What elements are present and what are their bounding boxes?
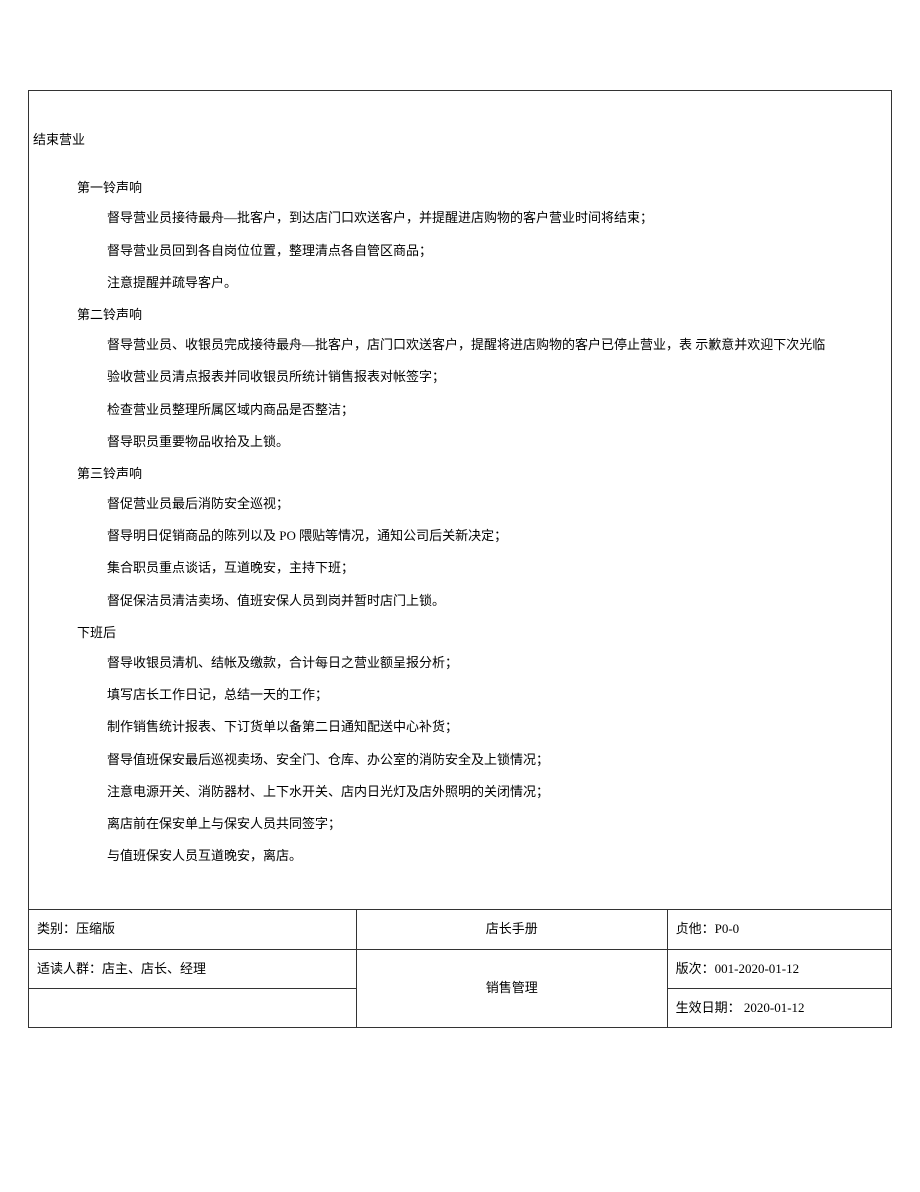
subsection-title: 第三铃声响 [77,465,891,483]
section-title: 结束营业 [29,131,891,149]
subsection-title: 第二铃声响 [77,306,891,324]
subsection-bell-2: 第二铃声响 督导营业员、收银员完成接待最舟—批客户，店门口欢送客户，提醒将进店购… [29,306,891,451]
footer-effective-date: 生效日期： 2020-01-12 [667,988,891,1027]
list-item: 督导值班保安最后巡视卖场、安全门、仓库、办公室的消防安全及上锁情况； [77,751,891,769]
list-item: 注意提醒并疏导客户。 [77,274,891,292]
subsection-title: 下班后 [77,624,891,642]
footer-audience: 适读人群：店主、店长、经理 [29,949,357,988]
subsection-bell-1: 第一铃声响 督导营业员接待最舟—批客户，到达店门口欢送客户，并提醒进店购物的客户… [29,179,891,292]
page: 结束营业 第一铃声响 督导营业员接待最舟—批客户，到达店门口欢送客户，并提醒进店… [0,0,920,1192]
list-item: 检查营业员整理所属区域内商品是否整洁； [77,401,891,419]
list-item: 督导职员重要物品收拾及上锁。 [77,433,891,451]
content-box: 结束营业 第一铃声响 督导营业员接待最舟—批客户，到达店门口欢送客户，并提醒进店… [28,90,892,909]
list-item: 督导明日促销商品的陈列以及 PO 隈贴等情况，通知公司后关新决定； [77,527,891,545]
table-row: 类别：压缩版 店长手册 贞他：P0-0 [29,910,892,949]
list-item: 督导营业员、收银员完成接待最舟—批客户，店门口欢送客户，提醒将进店购物的客户已停… [77,336,891,354]
footer-empty-cell [29,988,357,1027]
list-item: 制作销售统计报表、下订货单以备第二日通知配送中心补货； [77,718,891,736]
subsection-bell-3: 第三铃声响 督促营业员最后消防安全巡视； 督导明日促销商品的陈列以及 PO 隈贴… [29,465,891,610]
list-item: 与值班保安人员互道晚安，离店。 [77,847,891,865]
table-row: 适读人群：店主、店长、经理 销售管理 版次：001-2020-01-12 [29,949,892,988]
list-item: 离店前在保安单上与保安人员共同签字； [77,815,891,833]
list-item: 集合职员重点谈话，互道晚安，主持下班； [77,559,891,577]
list-item: 督促营业员最后消防安全巡视； [77,495,891,513]
list-item: 督导营业员回到各自岗位位置，整理清点各自管区商品； [77,242,891,260]
footer-table: 类别：压缩版 店长手册 贞他：P0-0 适读人群：店主、店长、经理 销售管理 版… [28,909,892,1028]
footer-edition: 版次：001-2020-01-12 [667,949,891,988]
list-item: 注意电源开关、消防器材、上下水开关、店内日光灯及店外照明的关闭情况； [77,783,891,801]
list-item: 督导收银员清机、结帐及缴款，合计每日之营业额呈报分析； [77,654,891,672]
footer-category: 类别：压缩版 [29,910,357,949]
footer-page-ref: 贞他：P0-0 [667,910,891,949]
list-item: 验收营业员清点报表并同收银员所统计销售报表对帐签字； [77,368,891,386]
list-item: 填写店长工作日记，总结一天的工作； [77,686,891,704]
list-item: 督导营业员接待最舟—批客户，到达店门口欢送客户，并提醒进店购物的客户营业时间将结… [77,209,891,227]
subsection-after-work: 下班后 督导收银员清机、结帐及缴款，合计每日之营业额呈报分析； 填写店长工作日记… [29,624,891,866]
subsection-title: 第一铃声响 [77,179,891,197]
footer-manual-title: 店长手册 [356,910,667,949]
list-item: 督促保洁员清洁卖场、值班安保人员到岗并暂时店门上锁。 [77,592,891,610]
footer-subject: 销售管理 [356,949,667,1027]
